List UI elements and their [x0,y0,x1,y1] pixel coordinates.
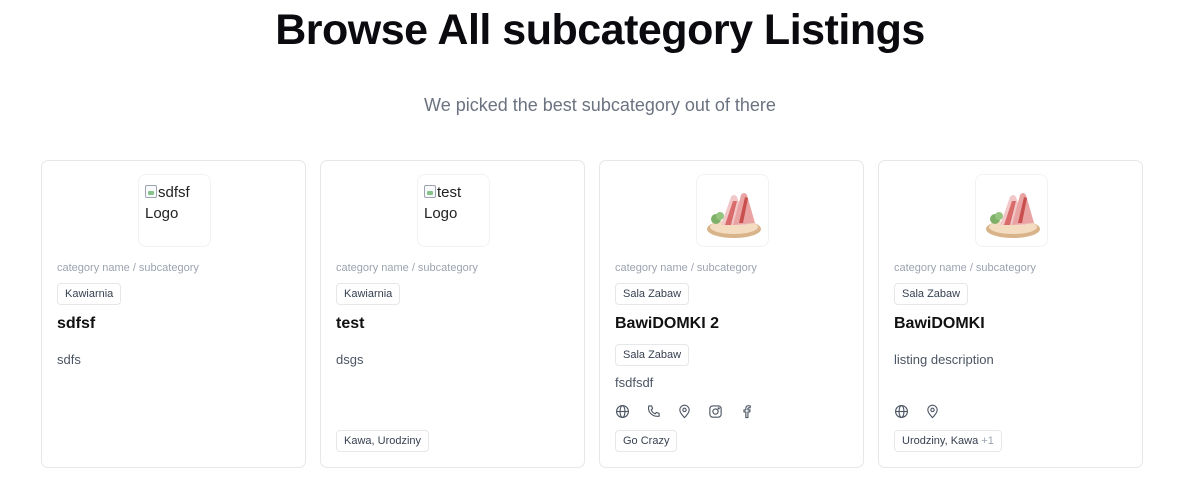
listing-card[interactable]: category name / subcategory Sala Zabaw B… [878,160,1143,468]
contact-links [615,404,754,420]
listing-card[interactable]: test Logo category name / subcategory Ka… [320,160,585,468]
globe-icon[interactable] [894,404,909,419]
facebook-icon[interactable] [739,404,754,419]
more-tags-count: +1 [981,435,994,447]
subcategory-tag[interactable]: Sala Zabaw [615,344,690,366]
page-subtitle: We picked the best subcategory out of th… [424,95,776,115]
keyword-tag[interactable]: Kawa, Urodziny [336,430,430,452]
slide-icon [707,193,761,238]
breadcrumb: category name / subcategory [615,262,757,274]
listing-title[interactable]: sdfsf [57,315,95,333]
listing-description: sdfs [57,352,81,367]
listing-card[interactable]: category name / subcategory Sala Zabaw B… [599,160,864,468]
map-pin-icon[interactable] [677,404,692,419]
breadcrumb: category name / subcategory [894,262,1036,274]
category-tag[interactable]: Kawiarnia [336,283,401,305]
phone-icon[interactable] [646,404,661,419]
map-pin-icon[interactable] [925,404,940,419]
breadcrumb: category name / subcategory [336,262,478,274]
listing-description: listing description [894,352,994,367]
listing-card[interactable]: sdfsf Logo category name / subcategory K… [41,160,306,468]
slide-icon [986,193,1040,238]
broken-image-icon [424,185,436,198]
broken-image-icon [145,185,157,198]
broken-image-placeholder: sdfsf Logo [145,184,190,222]
globe-icon[interactable] [615,404,630,419]
listing-title[interactable]: BawiDOMKI 2 [615,315,719,333]
page-title: Browse All subcategory Listings [275,6,925,54]
listing-logo [975,174,1048,247]
listing-title[interactable]: test [336,315,364,333]
listing-title[interactable]: BawiDOMKI [894,315,985,333]
keyword-tag[interactable]: Go Crazy [615,430,678,452]
category-tag[interactable]: Sala Zabaw [615,283,690,305]
instagram-icon[interactable] [708,404,723,419]
keyword-tag[interactable]: Urodziny, Kawa +1 [894,430,1002,452]
listing-logo [696,174,769,247]
category-tag[interactable]: Kawiarnia [57,283,122,305]
listing-logo: test Logo [417,174,490,247]
broken-image-placeholder: test Logo [424,184,462,222]
category-tag[interactable]: Sala Zabaw [894,283,969,305]
listing-description: dsgs [336,352,364,367]
listing-logo: sdfsf Logo [138,174,211,247]
breadcrumb: category name / subcategory [57,262,199,274]
listing-description: fsdfsdf [615,375,654,390]
contact-links [894,404,940,420]
